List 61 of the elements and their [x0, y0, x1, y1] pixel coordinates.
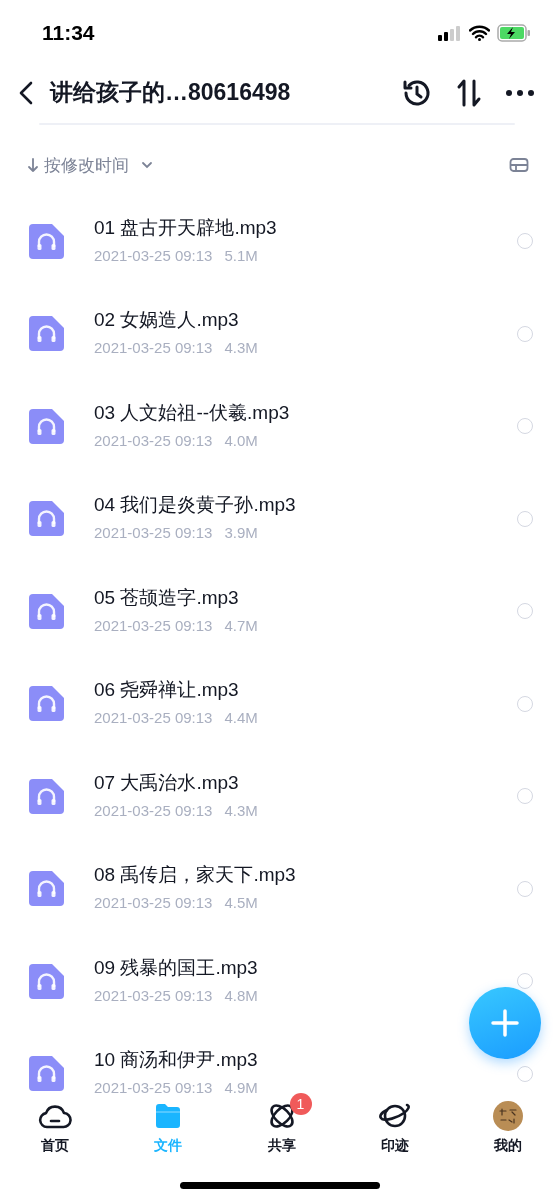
audio-file-icon — [29, 871, 64, 907]
file-name: 10 商汤和伊尹.mp3 — [94, 1048, 259, 1073]
file-size: 4.3M — [224, 801, 258, 819]
file-size: 4.8M — [224, 986, 258, 1004]
file-date: 2021-03-25 09:13 — [94, 431, 213, 449]
file-row[interactable]: 03 人文始祖--伏羲.mp3 2021-03-25 09:13 4.0M — [0, 380, 555, 473]
audio-file-icon — [29, 593, 64, 629]
file-date: 2021-03-25 09:13 — [94, 801, 213, 819]
view-toggle-button[interactable] — [509, 157, 529, 173]
audio-file-icon — [29, 686, 64, 722]
plus-icon — [490, 1008, 520, 1038]
file-size: 4.0M — [224, 431, 258, 449]
file-name: 01 盘古开天辟地.mp3 — [94, 215, 278, 240]
file-name: 06 尧舜禅让.mp3 — [94, 678, 240, 703]
file-row[interactable]: 06 尧舜禅让.mp3 2021-03-25 09:13 4.4M — [0, 657, 555, 750]
file-name: 05 苍颉造字.mp3 — [94, 585, 240, 610]
audio-file-icon — [29, 778, 64, 814]
file-row[interactable]: 07 大禹治水.mp3 2021-03-25 09:13 4.3M — [0, 750, 555, 843]
file-size: 4.4M — [224, 709, 258, 727]
signal-icon — [438, 24, 462, 41]
battery-icon — [497, 23, 531, 42]
sort-order-dropdown[interactable]: 按修改时间 — [27, 153, 154, 177]
file-row[interactable]: 01 盘古开天辟地.mp3 2021-03-25 09:13 5.1M — [0, 195, 555, 288]
file-date: 2021-03-25 09:13 — [94, 339, 213, 357]
down-arrow-icon — [27, 157, 39, 173]
file-size: 4.7M — [224, 616, 258, 634]
file-row[interactable]: 04 我们是炎黄子孙.mp3 2021-03-25 09:13 3.9M — [0, 472, 555, 565]
file-row[interactable]: 08 禹传启，家天下.mp3 2021-03-25 09:13 4.5M — [0, 842, 555, 935]
avatar-icon — [493, 1101, 523, 1131]
audio-file-icon — [29, 408, 64, 444]
file-date: 2021-03-25 09:13 — [94, 524, 213, 542]
file-size: 5.1M — [224, 246, 258, 264]
chevron-down-icon — [140, 160, 154, 170]
file-date: 2021-03-25 09:13 — [94, 986, 213, 1004]
file-date: 2021-03-25 09:13 — [94, 616, 213, 634]
clock-time: 11:34 — [42, 20, 95, 45]
file-name: 08 禹传启，家天下.mp3 — [94, 863, 297, 888]
folder-title: 讲给孩子的…80616498 — [50, 78, 292, 107]
file-name: 03 人文始祖--伏羲.mp3 — [94, 400, 291, 425]
file-row[interactable]: 05 苍颉造字.mp3 2021-03-25 09:13 4.7M — [0, 565, 555, 658]
file-row[interactable]: 02 女娲造人.mp3 2021-03-25 09:13 4.3M — [0, 287, 555, 380]
file-name: 02 女娲造人.mp3 — [94, 308, 240, 333]
folder-icon — [154, 1103, 183, 1129]
add-button[interactable] — [469, 987, 541, 1059]
file-name: 09 残暴的国王.mp3 — [94, 955, 259, 980]
file-date: 2021-03-25 09:13 — [94, 894, 213, 912]
audio-file-icon — [29, 316, 64, 352]
wifi-icon — [469, 24, 490, 41]
file-size: 4.5M — [224, 894, 258, 912]
file-name: 07 大禹治水.mp3 — [94, 770, 240, 795]
audio-file-icon — [29, 501, 64, 537]
audio-file-icon — [29, 963, 64, 999]
audio-file-icon — [29, 223, 64, 259]
file-size: 3.9M — [224, 524, 258, 542]
file-name: 04 我们是炎黄子孙.mp3 — [94, 493, 297, 518]
file-date: 2021-03-25 09:13 — [94, 709, 213, 727]
audio-file-icon — [29, 1056, 64, 1092]
file-date: 2021-03-25 09:13 — [94, 246, 213, 264]
notification-badge: 1 — [289, 1093, 312, 1115]
file-size: 4.3M — [224, 339, 258, 357]
more-button[interactable] — [505, 88, 535, 97]
